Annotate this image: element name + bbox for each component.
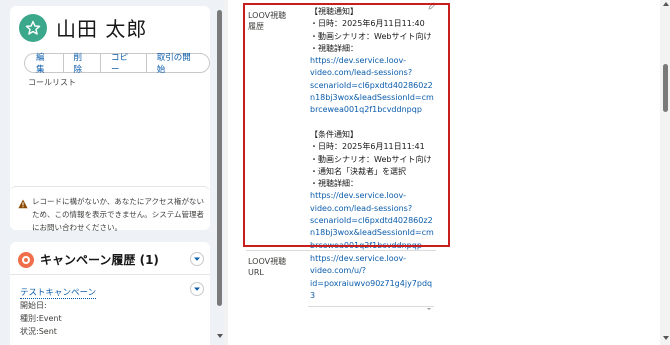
delete-button[interactable]: 削除 (62, 53, 101, 75)
record-avatar (19, 14, 47, 42)
left-scrollbar-thumb[interactable] (217, 10, 222, 306)
scroll-down-arrow-icon[interactable] (217, 334, 223, 338)
left-column: 山田 太郎 編集 削除 コピー 取引の開始 コールリスト レコードに構がないか、… (0, 0, 224, 345)
campaign-field-status: 状況:Sent (20, 326, 57, 337)
campaign-item-menu-button[interactable] (190, 282, 204, 296)
url-link-line[interactable]: https://dev.service.loov- (310, 253, 432, 265)
campaign-field-value: Sent (38, 327, 57, 336)
detail-panel: LOOV視聴 履歴 【視聴通知】 ・日時：2025年6月11日11:40 ・動画シナ… (228, 0, 660, 345)
campaign-field-label: 種別: (20, 314, 39, 323)
campaign-field-value: Event (38, 314, 62, 323)
campaign-menu-button[interactable] (190, 252, 204, 266)
campaign-field-type: 種別:Event (20, 313, 62, 324)
record-actions: 編集 削除 コピー 取引の開始 (24, 53, 210, 75)
right-scrollbar-thumb[interactable] (663, 64, 668, 112)
campaign-icon (18, 252, 34, 268)
copy-button[interactable]: コピー (100, 53, 147, 75)
right-scrollbar[interactable] (662, 0, 670, 345)
record-header-card: 山田 太郎 編集 削除 コピー 取引の開始 コールリスト (10, 6, 210, 202)
edit-button[interactable]: 編集 (24, 53, 64, 75)
caret-icon (427, 308, 431, 310)
campaign-item-link[interactable]: テストキャンペーン (20, 286, 97, 299)
detail-card: LOOV視聴 履歴 【視聴通知】 ・日時：2025年6月11日11:40 ・動画シナ… (228, 0, 660, 345)
start-deal-button[interactable]: 取引の開始 (145, 53, 210, 75)
scroll-up-arrow-icon[interactable] (663, 2, 669, 6)
field-divider (308, 306, 434, 307)
chevron-down-icon (194, 257, 200, 261)
left-scrollbar[interactable] (216, 0, 224, 345)
url-link-line[interactable]: video.com/u/? (310, 265, 432, 277)
campaign-field-label: 状況: (20, 327, 39, 336)
field-divider (246, 250, 436, 251)
url-link-line[interactable]: 3 (310, 290, 432, 302)
warning-icon (18, 199, 28, 209)
campaign-history-title[interactable]: キャンペーン履歴 (1) (40, 251, 159, 268)
access-notice-text: レコードに構がないか、あなたにアクセス権がないため、この情報を表示できません。シ… (32, 197, 205, 232)
campaign-divider (10, 274, 210, 275)
campaign-history-card: キャンペーン履歴 (1) テストキャンペーン 開始日: 種別:Event 状況:… (10, 242, 210, 345)
star-icon (25, 20, 41, 35)
loov-url-label: LOOV視聴 URL (248, 257, 287, 277)
campaign-field-start-date: 開始日: (20, 300, 47, 311)
call-list-label[interactable]: コールリスト (28, 77, 76, 88)
record-name: 山田 太郎 (56, 17, 148, 41)
url-link-line[interactable]: id=poxraiuwvo90z71g4jy7pdq (310, 278, 432, 290)
loov-url-value[interactable]: https://dev.service.loov-video.com/u/? id… (310, 253, 432, 302)
chevron-down-icon (194, 287, 200, 291)
campaign-field-label: 開始日: (20, 301, 47, 310)
access-notice-card: レコードに構がないか、あなたにアクセス権がないため、この情報を表示できません。シ… (10, 186, 210, 232)
highlight-box (243, 3, 450, 247)
scroll-down-arrow-icon[interactable] (663, 336, 669, 340)
